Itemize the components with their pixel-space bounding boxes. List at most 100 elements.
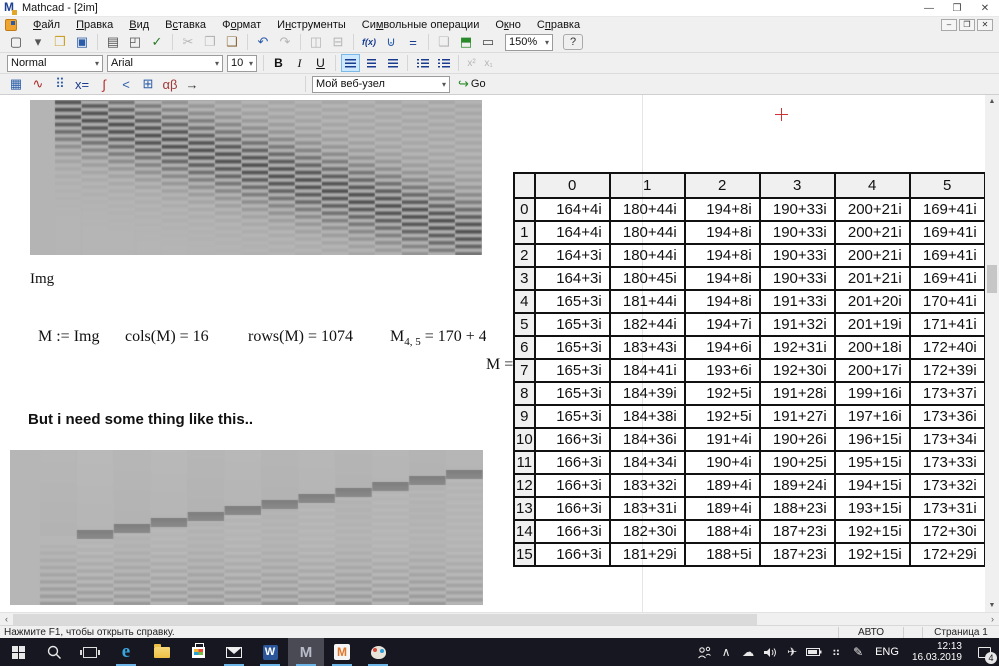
- bullet-list-button[interactable]: [413, 54, 432, 72]
- numbered-list-button[interactable]: [434, 54, 453, 72]
- task-view-button[interactable]: [72, 638, 108, 666]
- scroll-up-arrow-icon[interactable]: ▲: [985, 95, 999, 108]
- spellcheck-icon[interactable]: ✓: [147, 33, 167, 51]
- matrix-cell[interactable]: 166+3i: [533, 473, 611, 498]
- paste-icon[interactable]: ❑: [222, 33, 242, 51]
- matrix-cell[interactable]: 197+16i: [833, 404, 911, 429]
- help-button[interactable]: ?: [563, 34, 583, 50]
- matrix-cell[interactable]: 184+39i: [608, 381, 686, 406]
- vertical-scroll-thumb[interactable]: [987, 265, 997, 293]
- matrix-cell[interactable]: 173+32i: [908, 473, 985, 498]
- matrix-cell[interactable]: 172+39i: [908, 358, 985, 383]
- dropbox-tray-icon[interactable]: ⠶: [825, 638, 847, 666]
- taskbar-app-mail[interactable]: [216, 638, 252, 666]
- matrix-cell[interactable]: 181+44i: [608, 289, 686, 314]
- matrix-image-bottom[interactable]: [10, 450, 483, 605]
- save-icon[interactable]: ▣: [72, 33, 92, 51]
- matrix-cell[interactable]: 169+41i: [908, 220, 985, 245]
- matrix-cell[interactable]: 180+44i: [608, 197, 686, 222]
- matrix-cell[interactable]: 173+34i: [908, 427, 985, 452]
- print-preview-icon[interactable]: ◰: [125, 33, 145, 51]
- font-size-select[interactable]: 10 ▾: [227, 54, 257, 72]
- matrix-cell[interactable]: 182+30i: [608, 519, 686, 544]
- matrix-cell[interactable]: 189+4i: [683, 496, 761, 521]
- new-icon[interactable]: ▢: [6, 33, 26, 51]
- vertical-scrollbar[interactable]: ▲ ▼: [985, 95, 999, 612]
- matrix-cell[interactable]: 190+33i: [758, 266, 836, 291]
- evaluation-toolbar-icon[interactable]: x=: [72, 75, 92, 93]
- matrix-cell[interactable]: 173+36i: [908, 404, 985, 429]
- matrix-cell[interactable]: 164+3i: [533, 243, 611, 268]
- zoom-select[interactable]: 150% ▾: [505, 33, 553, 51]
- expression-m-equals[interactable]: M =: [486, 356, 513, 374]
- matrix-cell[interactable]: 196+15i: [833, 427, 911, 452]
- matrix-cell[interactable]: 180+45i: [608, 266, 686, 291]
- calculator-toolbar-icon[interactable]: ▦: [6, 75, 26, 93]
- align-left-button[interactable]: [341, 54, 360, 72]
- action-center-button[interactable]: 4: [969, 638, 999, 666]
- matrix-cell[interactable]: 172+30i: [908, 519, 985, 544]
- taskbar-app-edge[interactable]: e: [108, 638, 144, 666]
- underline-button[interactable]: U: [311, 54, 330, 72]
- taskbar-app-word[interactable]: W: [252, 638, 288, 666]
- matrix-cell[interactable]: 182+44i: [608, 312, 686, 337]
- matrix-cell[interactable]: 192+5i: [683, 381, 761, 406]
- matrix-cell[interactable]: 194+7i: [683, 312, 761, 337]
- matrix-cell[interactable]: 194+8i: [683, 197, 761, 222]
- matrix-cell[interactable]: 191+28i: [758, 381, 836, 406]
- horizontal-scrollbar[interactable]: ‹ ›: [0, 612, 999, 625]
- matrix-cell[interactable]: 194+8i: [683, 243, 761, 268]
- matrix-cell[interactable]: 165+3i: [533, 358, 611, 383]
- matrix-cell[interactable]: 166+3i: [533, 519, 611, 544]
- expression-cols[interactable]: cols(M) = 16: [125, 328, 209, 346]
- taskbar-app-explorer[interactable]: [144, 638, 180, 666]
- matrix-cell[interactable]: 173+33i: [908, 450, 985, 475]
- matrix-image-top[interactable]: [30, 100, 482, 255]
- matrix-cell[interactable]: 165+3i: [533, 335, 611, 360]
- taskbar-app-mathcad-active[interactable]: M: [288, 638, 324, 666]
- matrix-cell[interactable]: 188+4i: [683, 519, 761, 544]
- expression-rows[interactable]: rows(M) = 1074: [248, 328, 353, 346]
- volume-button[interactable]: [759, 638, 781, 666]
- matrix-cell[interactable]: 190+4i: [683, 450, 761, 475]
- menu-item-6[interactable]: Символьные операции: [354, 19, 488, 31]
- matrix-cell[interactable]: 165+3i: [533, 312, 611, 337]
- matrix-cell[interactable]: 199+16i: [833, 381, 911, 406]
- airplane-mode-icon[interactable]: ✈: [781, 638, 803, 666]
- child-minimize-button[interactable]: –: [941, 18, 957, 31]
- graph-toolbar-icon[interactable]: ∿: [28, 75, 48, 93]
- matrix-cell[interactable]: 187+23i: [758, 542, 836, 567]
- matrix-result-table[interactable]: 0 1 2 3 4 5 0 164+4i 180+44i 194+8i 190+33i 200+21i…: [513, 172, 985, 567]
- matrix-cell[interactable]: 201+20i: [833, 289, 911, 314]
- worksheet-area[interactable]: Img M := Img cols(M) = 16 rows(M) = 1074…: [0, 95, 985, 612]
- expression-m45[interactable]: M4, 5 = 170 + 4: [390, 328, 486, 348]
- undo-icon[interactable]: ↶: [253, 33, 273, 51]
- matrix-cell[interactable]: 195+15i: [833, 450, 911, 475]
- scroll-down-arrow-icon[interactable]: ▼: [985, 599, 999, 612]
- font-select[interactable]: Arial ▾: [107, 54, 223, 72]
- menu-item-7[interactable]: Окно: [487, 19, 529, 31]
- matrix-cell[interactable]: 171+41i: [908, 312, 985, 337]
- align-right-button[interactable]: [383, 54, 402, 72]
- language-indicator[interactable]: ENG: [869, 646, 905, 658]
- programming-toolbar-icon[interactable]: ⊞: [138, 75, 158, 93]
- child-restore-button[interactable]: ❐: [959, 18, 975, 31]
- insert-unit-icon[interactable]: ⊍: [381, 33, 401, 51]
- matrix-cell[interactable]: 189+24i: [758, 473, 836, 498]
- symbolic-toolbar-icon[interactable]: →: [182, 75, 202, 93]
- calculus-toolbar-icon[interactable]: ∫: [94, 75, 114, 93]
- matrix-cell[interactable]: 173+37i: [908, 381, 985, 406]
- matrix-cell[interactable]: 183+32i: [608, 473, 686, 498]
- taskbar-app-paint[interactable]: [360, 638, 396, 666]
- matrix-cell[interactable]: 190+33i: [758, 243, 836, 268]
- search-button[interactable]: [36, 638, 72, 666]
- matrix-cell[interactable]: 194+6i: [683, 335, 761, 360]
- matrix-cell[interactable]: 184+41i: [608, 358, 686, 383]
- matrix-cell[interactable]: 201+19i: [833, 312, 911, 337]
- menu-item-4[interactable]: Формат: [214, 19, 269, 31]
- matrix-cell[interactable]: 173+31i: [908, 496, 985, 521]
- matrix-cell[interactable]: 181+29i: [608, 542, 686, 567]
- document-icon[interactable]: [5, 18, 17, 31]
- matrix-cell[interactable]: 164+4i: [533, 197, 611, 222]
- people-button[interactable]: [693, 638, 715, 666]
